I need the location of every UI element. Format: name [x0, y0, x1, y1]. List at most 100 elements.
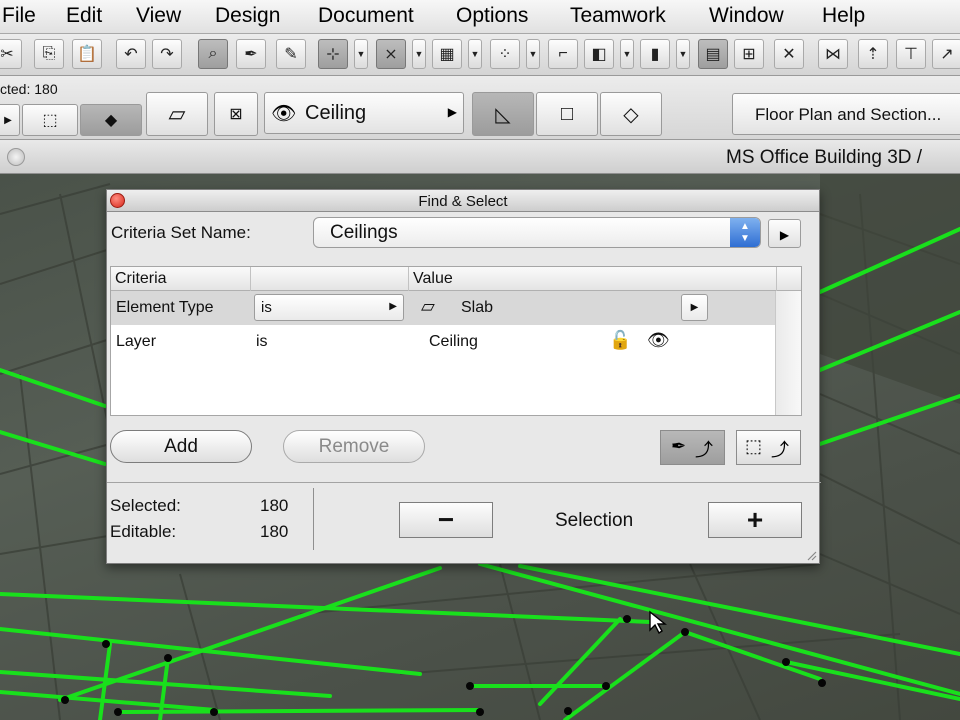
divider — [107, 482, 821, 483]
remove-button[interactable]: Remove — [283, 430, 425, 463]
add-to-selection-button[interactable]: + — [708, 502, 802, 538]
layer-popup-value: Ceiling — [305, 102, 367, 124]
play-arrow-icon[interactable]: ▶ — [0, 104, 20, 136]
criteria-table: Criteria Value Element Type is ▶ ▱ Slab … — [110, 266, 802, 416]
chevron-down-icon[interactable]: ▼ — [676, 39, 690, 69]
redo-icon[interactable]: ↷ — [152, 39, 182, 69]
chevron-down-icon[interactable]: ▼ — [412, 39, 426, 69]
paste-icon[interactable]: 📋 — [72, 39, 102, 69]
curved-arrow-icon: ⤴ — [695, 440, 713, 460]
operator-value: is — [256, 333, 268, 350]
pick-up-criteria-button[interactable]: ✒ ⤴ — [660, 430, 725, 465]
eye-icon: 👁 — [271, 103, 297, 125]
layer-popup[interactable]: 👁 Ceiling ▶ — [264, 92, 464, 134]
pet-palette-icon[interactable]: ◆ — [80, 104, 142, 136]
criteria-set-label: Criteria Set Name: — [111, 223, 251, 242]
menu-file[interactable]: File — [2, 4, 36, 28]
unlock-icon[interactable]: 🔓 — [609, 330, 631, 351]
operator-select[interactable]: is ▶ — [254, 294, 404, 321]
slab-icon: ▱ — [421, 296, 435, 316]
criteria-set-select[interactable]: Ceilings ▲ ▼ — [313, 217, 761, 248]
curved-arrow-icon: ⤴ — [771, 440, 789, 460]
criteria-name: Element Type — [116, 299, 214, 316]
menu-teamwork[interactable]: Teamwork — [570, 4, 666, 28]
menu-document[interactable]: Document — [318, 4, 414, 28]
criteria-row[interactable]: Layer is Ceiling 🔓 👁 — [111, 325, 777, 359]
criteria-row[interactable]: Element Type is ▶ ▱ Slab ▶ — [111, 291, 777, 325]
chevron-down-icon[interactable]: ▼ — [526, 39, 540, 69]
stepper-icon: ▲ ▼ — [730, 218, 760, 247]
selected-label: Selected: — [110, 496, 181, 515]
document-title: MS Office Building 3D / — [726, 147, 923, 168]
palette-title: Find & Select — [418, 193, 508, 210]
find-select-icon[interactable]: ⌕ — [198, 39, 228, 69]
snap-icon[interactable]: ⨯ — [376, 39, 406, 69]
operator-value: is — [261, 299, 272, 316]
cursor-icon — [649, 610, 667, 635]
menu-help[interactable]: Help — [822, 4, 865, 28]
document-titlebar: MS Office Building 3D / — [0, 140, 960, 174]
selected-value: 180 — [260, 496, 289, 515]
no-layer-icon[interactable]: ⊠ — [214, 92, 258, 136]
criteria-value: Ceiling — [429, 333, 478, 350]
cut-icon[interactable]: ✂ — [0, 39, 22, 69]
layer-combination-icon[interactable]: ◧ — [584, 39, 614, 69]
find-select-palette: Find & Select Criteria Set Name: Ceiling… — [106, 189, 821, 564]
menu-edit[interactable]: Edit — [66, 4, 102, 28]
eyedropper-icon: ✒ — [671, 436, 687, 456]
resize-grip-icon[interactable] — [805, 549, 817, 561]
eyedropper-icon[interactable]: ✒ — [236, 39, 266, 69]
syringe-icon[interactable]: ✎ — [276, 39, 306, 69]
copy-icon[interactable]: ⎘ — [34, 39, 64, 69]
eye-icon[interactable]: 👁 — [647, 330, 670, 351]
geometry-rectangle-icon[interactable]: □ — [536, 92, 598, 136]
trim-icon[interactable]: ✕ — [774, 39, 804, 69]
selection-label: Selection — [555, 510, 634, 531]
bottle-icon[interactable]: ▮ — [640, 39, 670, 69]
value-menu-arrow-icon[interactable]: ▶ — [681, 294, 708, 321]
elevation-icon[interactable]: ⇡ — [858, 39, 888, 69]
slab-tool-icon[interactable]: ▱ — [146, 92, 208, 136]
remove-from-selection-button[interactable]: − — [399, 502, 493, 538]
scale-icon[interactable]: ⊞ — [734, 39, 764, 69]
render-icon[interactable]: ▤ — [698, 39, 728, 69]
palette-titlebar[interactable]: Find & Select — [107, 190, 819, 212]
selected-count: cted: 180 — [0, 81, 58, 97]
align-icon[interactable]: ⊤ — [896, 39, 926, 69]
menu-view[interactable]: View — [136, 4, 181, 28]
marquee-icon[interactable]: ⬚ — [22, 104, 78, 136]
menu-options[interactable]: Options — [456, 4, 528, 28]
criteria-set-value: Ceilings — [330, 222, 398, 243]
undo-icon[interactable]: ↶ — [116, 39, 146, 69]
standard-toolbar: ✂ ⎘ 📋 ↶ ↷ ⌕ ✒ ✎ ⊹ ▼ ⨯ ▼ ▦ ▼ ⁘ ▼ ⌐ ◧ ▼ ▮ … — [0, 34, 960, 76]
geometry-rotated-rectangle-icon[interactable]: ◇ — [600, 92, 662, 136]
chevron-down-icon[interactable]: ▼ — [620, 39, 634, 69]
chevron-down-icon[interactable]: ▼ — [468, 39, 482, 69]
split-icon[interactable]: ⋈ — [818, 39, 848, 69]
window-control-icon[interactable] — [7, 148, 25, 166]
menu-bar: File Edit View Design Document Options T… — [0, 0, 960, 34]
menu-design[interactable]: Design — [215, 4, 280, 28]
add-button[interactable]: Add — [110, 430, 252, 463]
dotted-grid-icon[interactable]: ⁘ — [490, 39, 520, 69]
criteria-menu-arrow-icon[interactable]: ▶ — [768, 219, 801, 248]
menu-window[interactable]: Window — [709, 4, 784, 28]
editable-value: 180 — [260, 522, 289, 541]
editable-label: Editable: — [110, 522, 177, 541]
criteria-scrollbar[interactable] — [775, 291, 801, 415]
guide-lines-icon[interactable]: ⊹ — [318, 39, 348, 69]
stretch-icon[interactable]: ↗ — [932, 39, 960, 69]
criteria-name: Layer — [116, 333, 157, 350]
criteria-table-header: Criteria Value — [111, 267, 801, 291]
chevron-right-icon: ▶ — [389, 301, 397, 312]
chevron-right-icon: ▶ — [447, 105, 457, 119]
column-criteria: Criteria — [111, 267, 251, 291]
ruler-icon[interactable]: ⌐ — [548, 39, 578, 69]
marquee-icon: ⬚ — [745, 436, 763, 456]
select-by-area-button[interactable]: ⬚ ⤴ — [736, 430, 801, 465]
grid-snap-icon[interactable]: ▦ — [432, 39, 462, 69]
chevron-down-icon[interactable]: ▼ — [354, 39, 368, 69]
divider — [313, 488, 314, 550]
geometry-polygon-icon[interactable]: ◺ — [472, 92, 534, 136]
floor-plan-section-button[interactable]: Floor Plan and Section... — [732, 93, 960, 135]
